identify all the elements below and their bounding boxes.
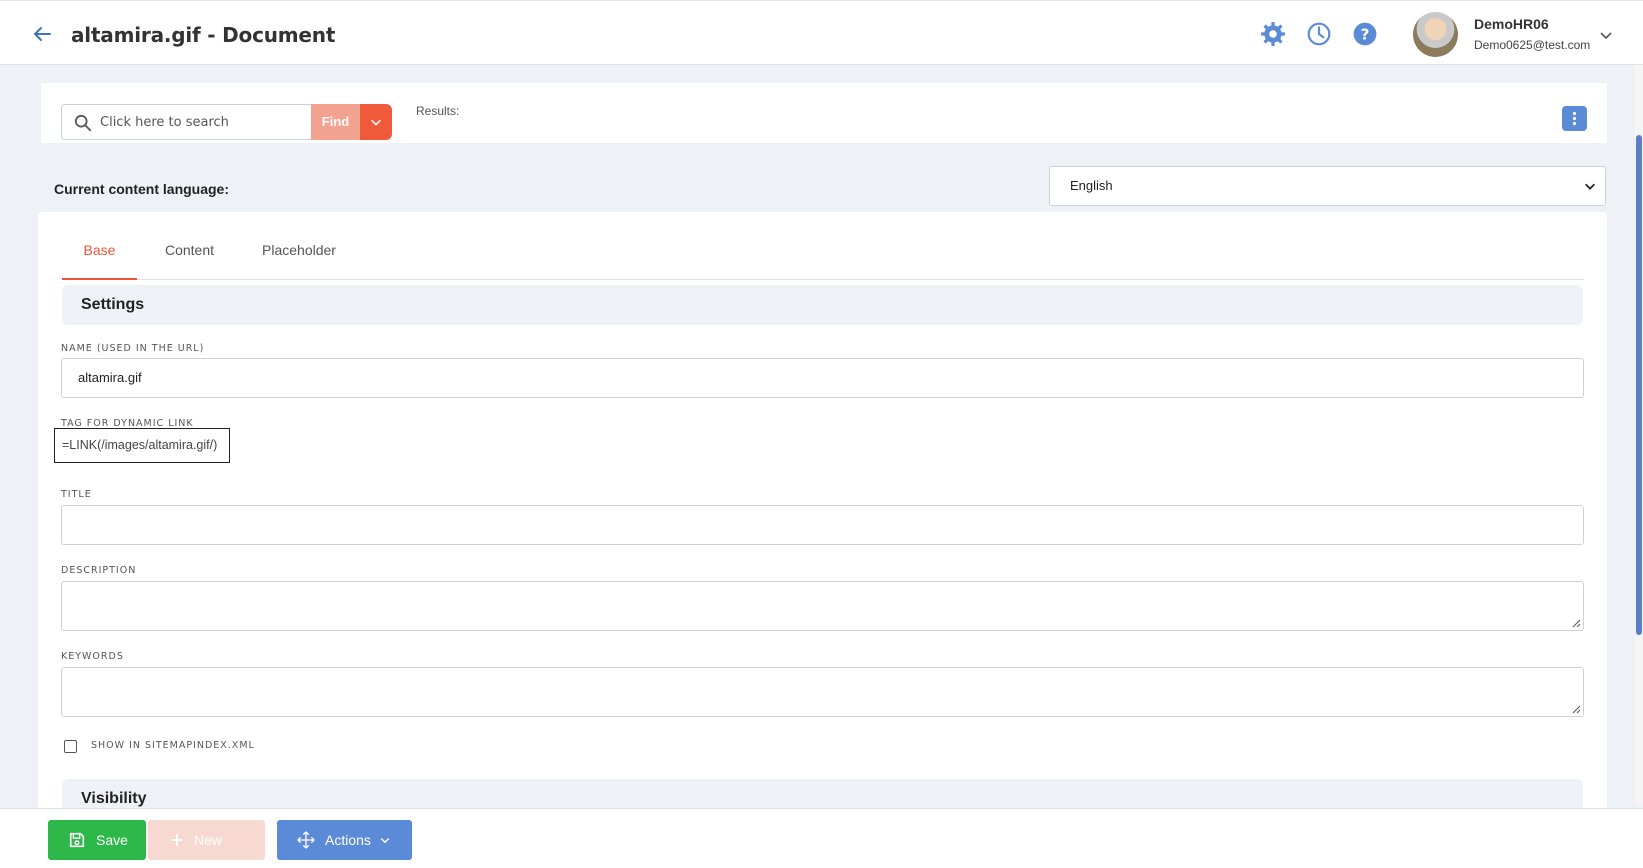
language-selected-value: English bbox=[1070, 178, 1113, 193]
bottom-toolbar: Save New Actions bbox=[0, 808, 1643, 868]
sitemap-label: SHOW IN SITEMAPINDEX.XML bbox=[91, 740, 255, 751]
move-icon bbox=[297, 831, 315, 849]
save-button[interactable]: Save bbox=[48, 820, 146, 860]
section-settings: Settings bbox=[62, 285, 1583, 325]
search-input[interactable] bbox=[100, 105, 305, 139]
scrollbar[interactable] bbox=[1635, 65, 1643, 805]
name-label: NAME (USED IN THE URL) bbox=[61, 343, 205, 354]
tab-base[interactable]: Base bbox=[62, 222, 137, 280]
clock-icon[interactable] bbox=[1306, 21, 1332, 47]
search-icon bbox=[74, 114, 92, 132]
chevron-down-icon bbox=[1585, 183, 1595, 190]
gear-icon[interactable] bbox=[1260, 21, 1286, 47]
avatar[interactable] bbox=[1413, 12, 1458, 57]
language-select[interactable]: English bbox=[1049, 166, 1606, 206]
user-email: Demo0625@test.com bbox=[1474, 38, 1591, 52]
tab-placeholder[interactable]: Placeholder bbox=[244, 222, 354, 280]
top-header: altamira.gif - Document ? DemoHR06 Demo0… bbox=[0, 0, 1643, 65]
dynamic-link-field[interactable]: =LINK(/images/altamira.gif/) bbox=[54, 428, 231, 463]
sitemap-checkbox[interactable] bbox=[64, 740, 77, 753]
plus-icon bbox=[171, 834, 183, 846]
arrow-left-icon[interactable] bbox=[30, 22, 54, 46]
more-options-button[interactable] bbox=[1562, 106, 1587, 131]
title-label: TITLE bbox=[61, 489, 92, 500]
document-form-card: Base Content Placeholder Settings NAME (… bbox=[38, 212, 1607, 819]
svg-text:?: ? bbox=[1361, 25, 1370, 43]
description-label: DESCRIPTION bbox=[61, 565, 137, 576]
keywords-field[interactable] bbox=[61, 667, 1584, 717]
keywords-label: KEYWORDS bbox=[61, 651, 124, 662]
description-field[interactable] bbox=[61, 581, 1584, 631]
actions-label: Actions bbox=[325, 832, 371, 848]
resize-grip-icon[interactable] bbox=[1571, 704, 1581, 714]
find-button[interactable]: Find bbox=[311, 104, 360, 140]
new-button[interactable]: New bbox=[148, 820, 265, 860]
new-label: New bbox=[194, 832, 223, 848]
resize-grip-icon[interactable] bbox=[1571, 618, 1581, 628]
find-dropdown-button[interactable] bbox=[360, 104, 392, 140]
results-label: Results: bbox=[416, 104, 460, 118]
name-field[interactable]: altamira.gif bbox=[61, 358, 1584, 398]
kebab-icon bbox=[1572, 111, 1577, 126]
chevron-down-icon bbox=[380, 837, 390, 844]
title-field[interactable] bbox=[61, 505, 1584, 545]
scroll-thumb[interactable] bbox=[1636, 135, 1642, 635]
help-icon[interactable]: ? bbox=[1352, 21, 1378, 47]
save-label: Save bbox=[96, 832, 128, 848]
tab-bar: Base Content Placeholder bbox=[62, 222, 1584, 280]
page-title: altamira.gif - Document bbox=[71, 23, 336, 47]
tab-content[interactable]: Content bbox=[147, 222, 232, 280]
language-label: Current content language: bbox=[54, 181, 230, 197]
user-name: DemoHR06 bbox=[1474, 16, 1549, 32]
save-icon bbox=[69, 832, 85, 848]
actions-button[interactable]: Actions bbox=[277, 820, 412, 860]
search-panel: Find Results: bbox=[41, 83, 1607, 143]
chevron-down-icon[interactable] bbox=[1598, 27, 1614, 43]
search-box bbox=[61, 104, 311, 140]
chevron-down-icon bbox=[371, 119, 381, 126]
